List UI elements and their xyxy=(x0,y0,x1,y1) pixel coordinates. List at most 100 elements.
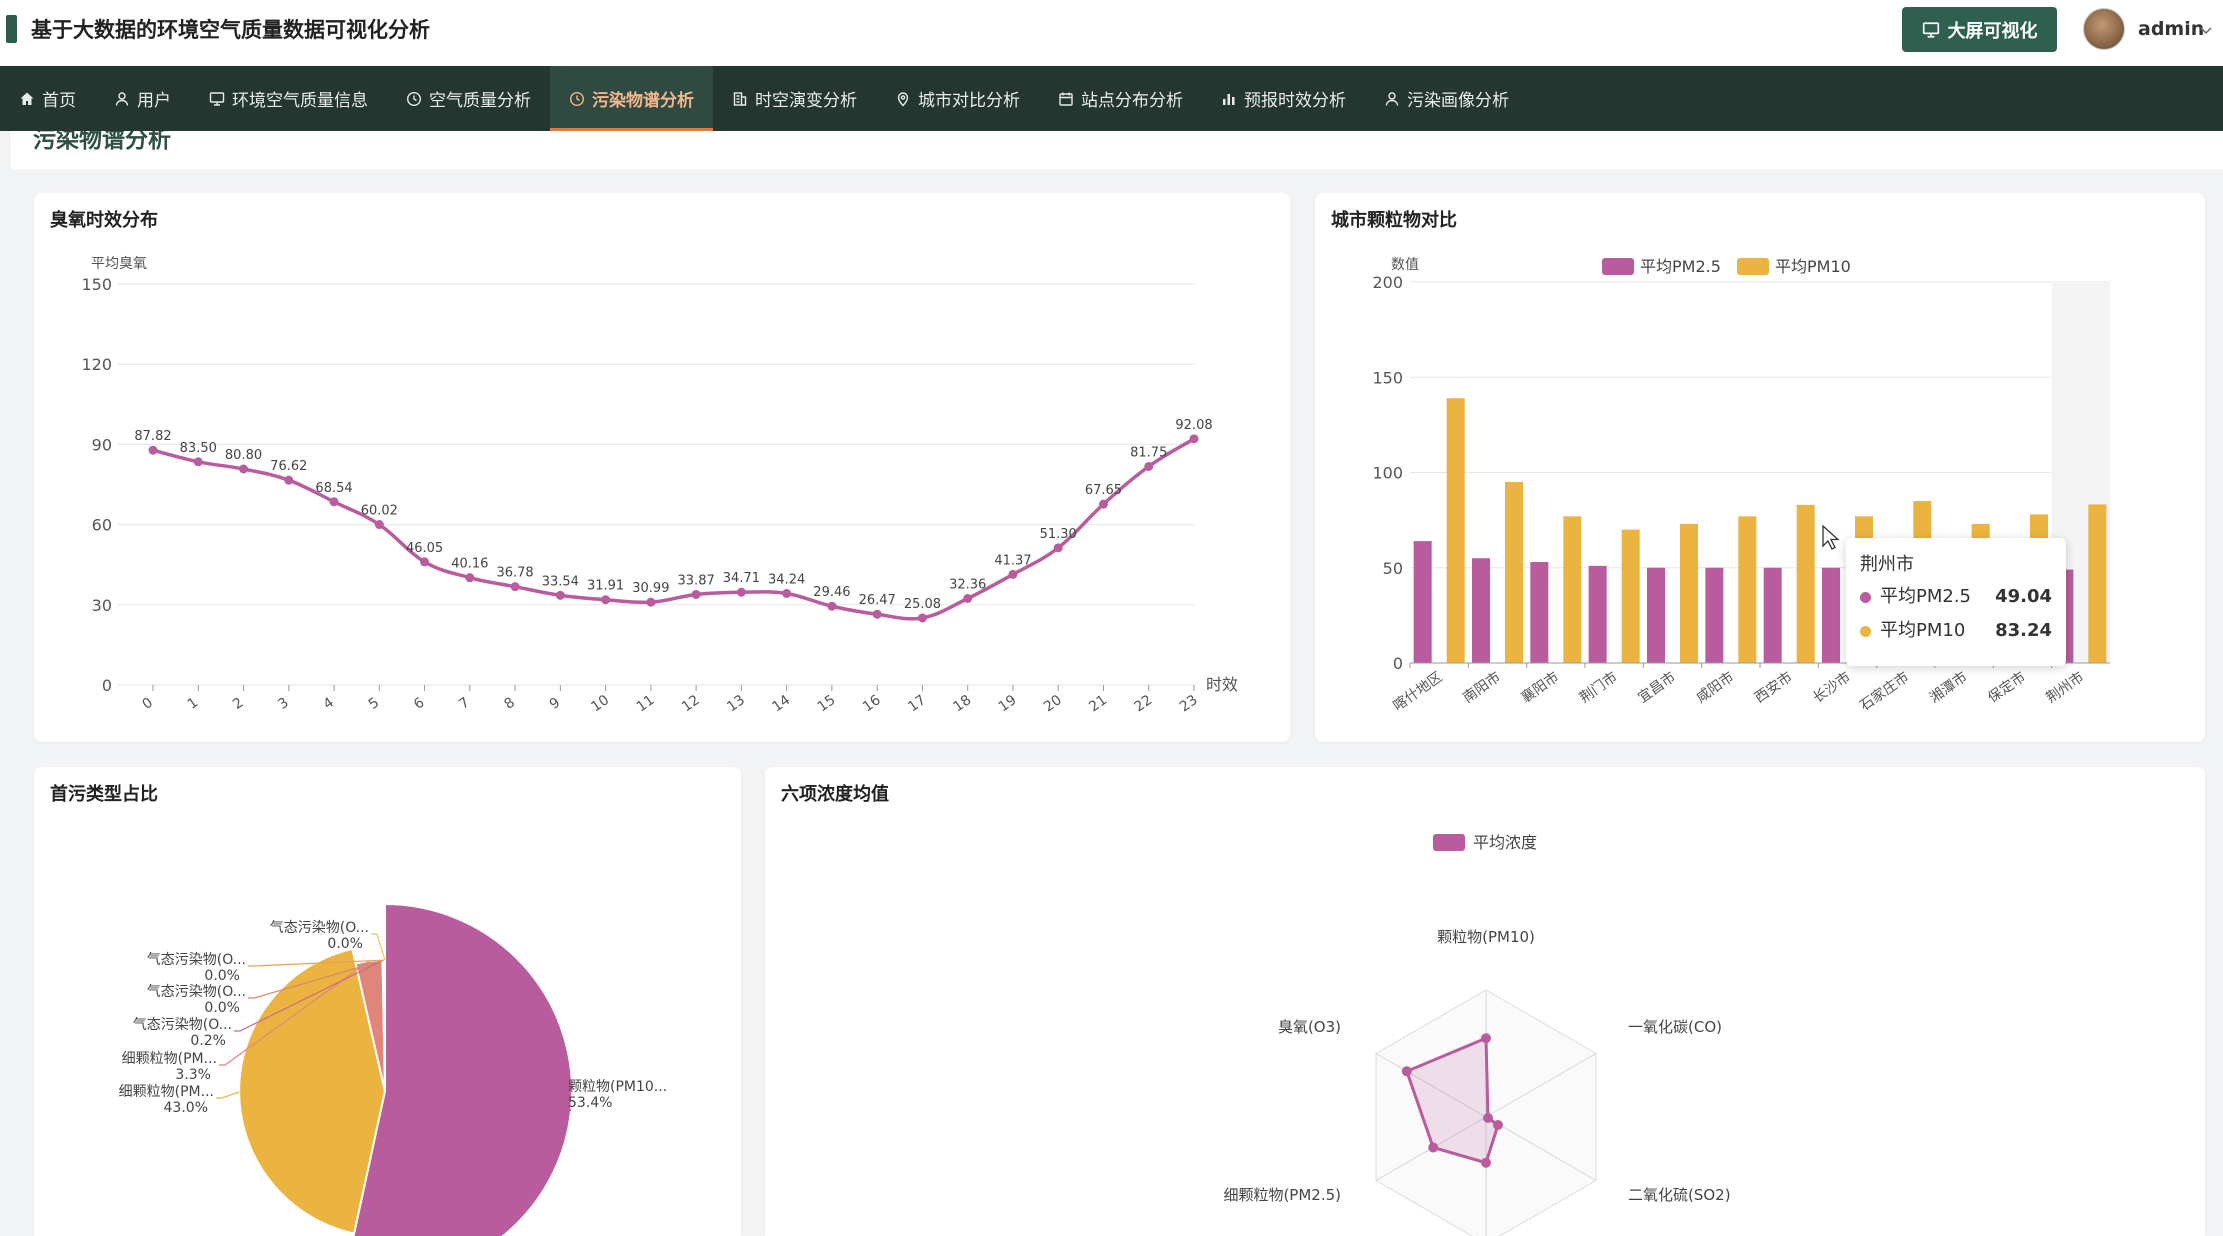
nav-item-forecast[interactable]: 预报时效分析 xyxy=(1202,66,1365,131)
data-label: 51.30 xyxy=(1040,527,1077,542)
nav-item-air-quality-analysis[interactable]: 空气质量分析 xyxy=(387,66,550,131)
page-header: 污染物谱分析 xyxy=(11,131,2223,169)
nav-label: 污染画像分析 xyxy=(1407,91,1509,111)
data-point xyxy=(917,613,927,623)
legend-swatch xyxy=(1602,258,1634,275)
x-tick-label: 22 xyxy=(1132,692,1156,715)
slice-label: 气态污染物(O... xyxy=(147,984,246,1000)
data-point xyxy=(601,595,611,605)
data-point xyxy=(284,475,294,485)
data-point xyxy=(465,573,475,583)
x-tick-label: 19 xyxy=(996,692,1020,715)
x-tick-label: 13 xyxy=(724,692,748,715)
x-tick-label: 长沙市 xyxy=(1810,668,1854,706)
data-point xyxy=(963,593,973,603)
top-bar: 基于大数据的环境空气质量数据可视化分析 大屏可视化 admin xyxy=(0,0,2223,66)
x-tick-label: 喀什地区 xyxy=(1390,669,1445,714)
slice-percent: 3.3% xyxy=(175,1067,211,1083)
nav-item-city-compare[interactable]: 城市对比分析 xyxy=(876,66,1039,131)
bar xyxy=(2088,504,2107,663)
x-tick-label: 10 xyxy=(588,692,612,715)
bigscreen-label: 大屏可视化 xyxy=(1947,20,2038,42)
mouse-cursor-icon xyxy=(1822,525,1840,550)
y-tick-label: 60 xyxy=(92,516,112,535)
nav-item-air-quality-info[interactable]: 环境空气质量信息 xyxy=(190,66,387,131)
x-tick-label: 21 xyxy=(1086,692,1110,715)
data-point xyxy=(1008,569,1018,579)
y-axis-label: 数值 xyxy=(1391,257,1419,273)
primary-pollutant-pie-chart[interactable]: 颗粒物(PM10...53.4%细颗粒物(PM...43.0%细颗粒物(PM..… xyxy=(34,767,741,1236)
six-concentration-radar-chart[interactable]: 平均浓度颗粒物(PM10) 一氧化碳(CO) 二氧化硫(SO2) 细颗粒物(PM2.5… xyxy=(765,767,2205,1236)
radar-indicator-label: 臭氧(O3) xyxy=(1278,1018,1341,1036)
nav-item-spatiotemporal[interactable]: 时空演变分析 xyxy=(713,66,876,131)
data-point xyxy=(691,589,701,599)
radar-point xyxy=(1483,1113,1493,1123)
y-axis-label: 平均臭氧 xyxy=(91,256,147,272)
x-tick-label: 西安市 xyxy=(1751,668,1795,706)
x-tick-label: 11 xyxy=(634,692,658,715)
slice-label: 细颗粒物(PM... xyxy=(122,1051,217,1067)
x-tick-label: 7 xyxy=(456,695,472,713)
nav-item-pollutant-spectrum[interactable]: 污染物谱分析 xyxy=(550,66,713,131)
radar-indicator-label: 二氧化硫(SO2) xyxy=(1628,1186,1731,1204)
data-label: 31.91 xyxy=(587,579,624,594)
data-label: 34.71 xyxy=(723,571,760,586)
location-pin-icon xyxy=(897,91,909,106)
radar-point xyxy=(1481,1033,1491,1044)
ozone-line-chart[interactable]: 0306090120150平均臭氧时效0 1 2 3 4 5 6 7 8 9 10 11 12 13 14 1… xyxy=(34,193,1290,742)
slice-label: 气态污染物(O... xyxy=(133,1017,232,1033)
data-label: 67.65 xyxy=(1085,483,1122,498)
bar-chart-icon xyxy=(1223,93,1235,105)
tooltip-row-name: 平均PM2.5 xyxy=(1880,586,1972,607)
radar-point xyxy=(1401,1066,1412,1077)
slice-percent: 0.0% xyxy=(327,936,363,952)
bar xyxy=(1505,482,1523,663)
y-tick-label: 30 xyxy=(92,596,112,615)
ozone-chart-card: 臭氧时效分布 0 30 60 90 120 150 平均臭氧 时效 0 1 2 3 4 5 6 7 8 9 10 11… xyxy=(34,193,1290,742)
nav-label: 首页 xyxy=(42,91,76,111)
bigscreen-button[interactable]: 大屏可视化 xyxy=(1902,7,2057,52)
city-pm-bar-chart[interactable]: 050100150200数值 平均PM2.5 平均PM10喀什地区 南阳市 襄阳市 荆门市… xyxy=(1315,193,2205,742)
x-tick-label: 23 xyxy=(1177,692,1201,715)
tooltip-row-pm10: 平均PM10 83.24 xyxy=(1860,614,2052,648)
data-label: 34.24 xyxy=(768,572,805,587)
legend-swatch xyxy=(1737,258,1769,275)
data-point xyxy=(736,587,746,597)
nav-label: 站点分布分析 xyxy=(1081,91,1183,111)
data-point xyxy=(1189,434,1199,444)
data-point xyxy=(193,457,203,467)
nav-label: 预报时效分析 xyxy=(1244,91,1346,111)
title-accent-bar xyxy=(6,15,17,43)
slice-percent: 53.4% xyxy=(568,1095,612,1111)
chevron-down-icon[interactable] xyxy=(2196,20,2216,40)
nav-item-pollution-profile[interactable]: 污染画像分析 xyxy=(1365,66,1528,131)
nav-item-home[interactable]: 首页 xyxy=(0,66,95,131)
nav-item-user[interactable]: 用户 xyxy=(95,66,190,131)
data-point xyxy=(374,520,384,530)
tooltip-row-value: 49.04 xyxy=(1995,586,2052,607)
data-label: 40.16 xyxy=(451,557,488,572)
data-label: 92.08 xyxy=(1175,418,1212,433)
avatar[interactable] xyxy=(2083,8,2125,50)
y-tick-label: 0 xyxy=(102,676,112,695)
building-icon xyxy=(733,91,747,106)
data-point xyxy=(239,464,249,474)
bar xyxy=(1621,529,1640,663)
tooltip-row-name: 平均PM10 xyxy=(1880,620,1966,641)
data-point xyxy=(555,590,565,600)
legend-dot xyxy=(1860,625,1871,637)
x-tick-label: 6 xyxy=(411,695,428,713)
primary-pollutant-pie-card: 首污类型占比 颗粒物(PM10... 53.4% 细颗粒物(PM... 43.0% 细颗… xyxy=(34,767,741,1236)
y-tick-label: 150 xyxy=(81,275,112,294)
username[interactable]: admin xyxy=(2138,15,2204,43)
slice-percent: 0.0% xyxy=(204,1000,240,1016)
nav-item-station-distribution[interactable]: 站点分布分析 xyxy=(1039,66,1202,131)
x-tick-label: 石家庄市 xyxy=(1857,668,1913,714)
slice-label: 气态污染物(O... xyxy=(147,952,246,968)
six-concentration-radar-card: 六项浓度均值 平均浓度 颗粒物(PM10) 一氧化碳(CO) 二氧化硫(SO2) 细颗粒… xyxy=(765,767,2205,1236)
monitor-icon xyxy=(1922,21,1939,38)
legend-dot xyxy=(1860,591,1871,603)
bar xyxy=(1763,567,1782,663)
x-tick-label: 襄阳市 xyxy=(1518,668,1562,706)
y-tick-label: 90 xyxy=(92,435,112,454)
